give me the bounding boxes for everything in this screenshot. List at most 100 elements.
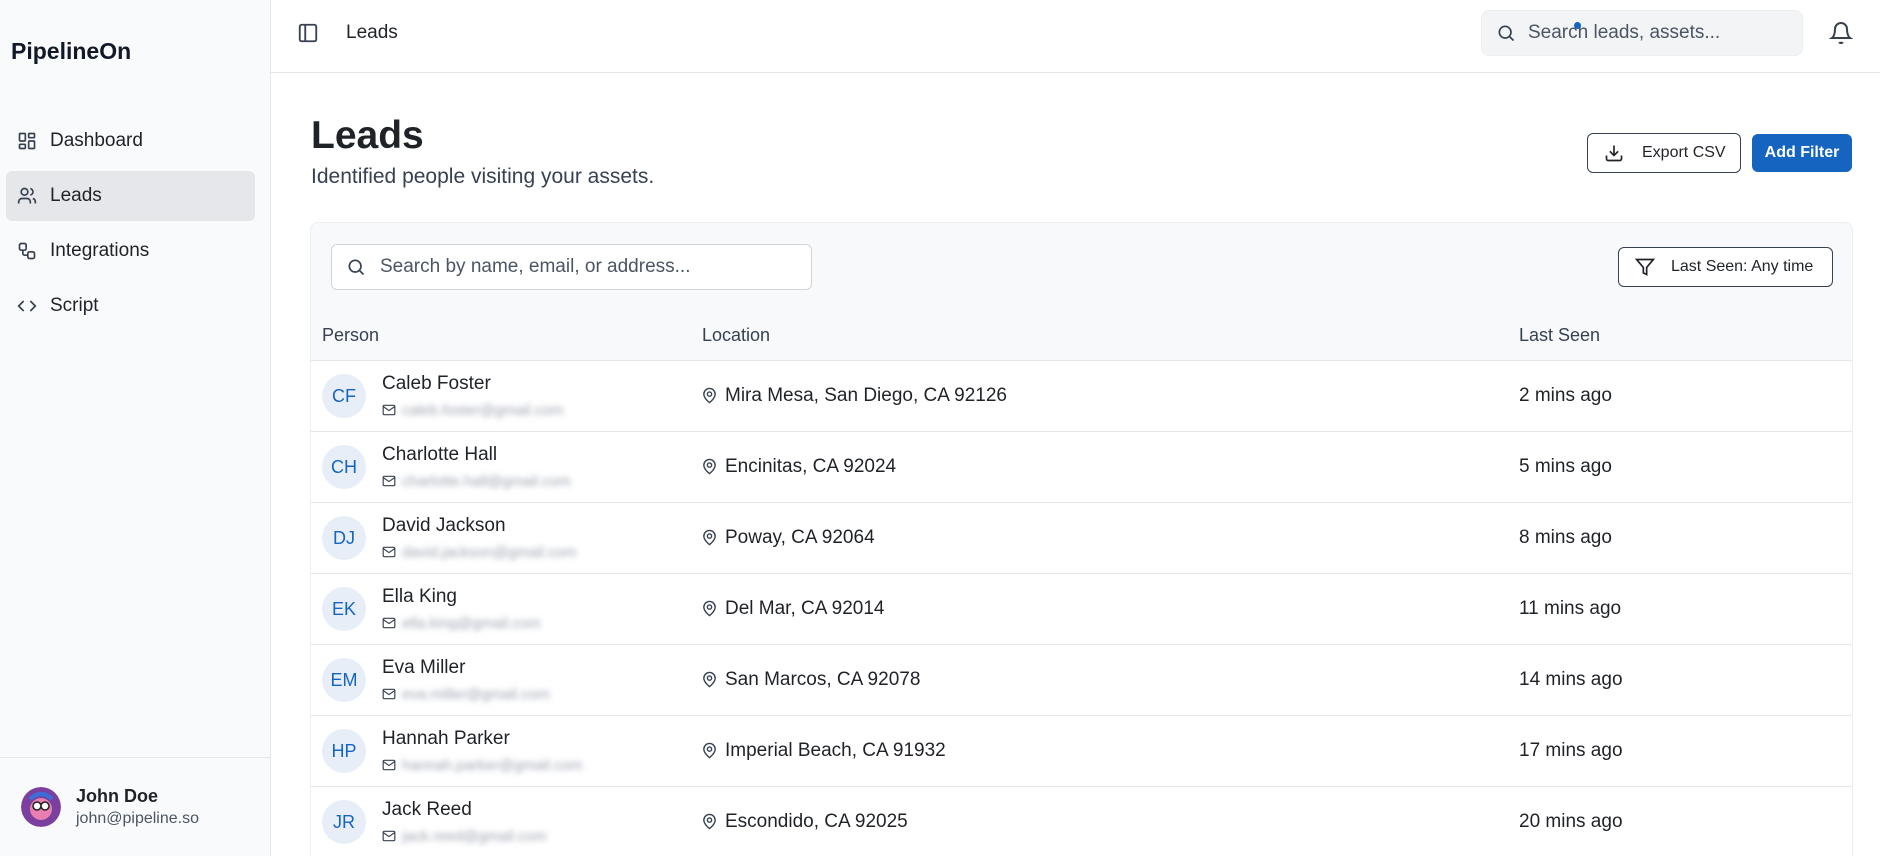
search-icon — [1496, 23, 1516, 43]
table-row[interactable]: CF Caleb Foster caleb.foster@gmail.com Mira… — [311, 361, 1852, 432]
person-name[interactable]: Eva Miller — [382, 657, 465, 679]
notification-dot — [1574, 22, 1581, 29]
table-row[interactable]: JR Jack Reed jack.reed@gmail.com Escondido,… — [311, 787, 1852, 856]
user-profile[interactable]: John Doe john@pipeline.so — [0, 757, 270, 856]
download-icon — [1604, 143, 1624, 163]
person-location: San Marcos, CA 92078 — [725, 669, 921, 690]
person-email-redacted: charlotte.hall@gmail.com — [402, 473, 571, 490]
person-location: Mira Mesa, San Diego, CA 92126 — [725, 385, 1007, 406]
person-location: Poway, CA 92064 — [725, 527, 875, 548]
person-initials-avatar: EM — [322, 658, 366, 702]
map-pin-icon — [701, 458, 718, 475]
sidebar-item-label: Integrations — [50, 240, 150, 261]
table-search[interactable] — [331, 244, 812, 290]
users-icon — [17, 186, 37, 206]
sidebar-item-script[interactable]: Script — [6, 281, 255, 331]
person-name[interactable]: Hannah Parker — [382, 728, 510, 750]
mail-icon — [382, 545, 396, 559]
person-name[interactable]: Ella King — [382, 586, 457, 608]
brand-logo-text[interactable]: PipelineOn — [11, 38, 131, 65]
person-initials-avatar: HP — [322, 729, 366, 773]
export-csv-button[interactable]: Export CSV — [1587, 133, 1741, 173]
sidebar-toggle-icon[interactable] — [297, 22, 319, 44]
sidebar-nav: Dashboard Leads Integrations Script — [6, 116, 255, 336]
person-location: Del Mar, CA 92014 — [725, 598, 885, 619]
table-row[interactable]: DJ David Jackson david.jackson@gmail.com Po… — [311, 503, 1852, 574]
person-last-seen: 20 mins ago — [1519, 811, 1623, 832]
person-last-seen: 17 mins ago — [1519, 740, 1623, 761]
sidebar-item-label: Dashboard — [50, 130, 143, 151]
person-email-redacted: david.jackson@gmail.com — [402, 544, 577, 561]
user-info: John Doe john@pipeline.so — [76, 786, 199, 828]
global-search[interactable] — [1481, 10, 1803, 56]
person-email-redacted: ella.king@gmail.com — [402, 615, 541, 632]
map-pin-icon — [701, 671, 718, 688]
person-email-redacted: eva.miller@gmail.com — [402, 686, 550, 703]
sidebar-item-label: Leads — [50, 185, 102, 206]
sidebar: PipelineOn Dashboard Leads Integrations … — [0, 0, 271, 856]
map-pin-icon — [701, 742, 718, 759]
dashboard-icon — [17, 131, 37, 151]
table-header: Person Location Last Seen — [311, 309, 1852, 361]
table-body: CF Caleb Foster caleb.foster@gmail.com Mira… — [311, 361, 1852, 856]
last-seen-filter-label: Last Seen: Any time — [1671, 258, 1814, 275]
person-last-seen: 14 mins ago — [1519, 669, 1623, 690]
person-email-redacted: jack.reed@gmail.com — [402, 828, 547, 845]
person-initials-avatar: DJ — [322, 516, 366, 560]
sidebar-item-dashboard[interactable]: Dashboard — [6, 116, 255, 166]
code-icon — [17, 296, 37, 316]
person-email-redacted: hannah.parker@gmail.com — [402, 757, 583, 774]
person-location: Imperial Beach, CA 91932 — [725, 740, 946, 761]
table-row[interactable]: HP Hannah Parker hannah.parker@gmail.com Im… — [311, 716, 1852, 787]
map-pin-icon — [701, 600, 718, 617]
sidebar-item-integrations[interactable]: Integrations — [6, 226, 255, 276]
add-filter-button[interactable]: Add Filter — [1752, 134, 1852, 172]
leads-table-card: Last Seen: Any time Person Location Last… — [310, 222, 1853, 856]
column-header-person[interactable]: Person — [322, 325, 379, 346]
mail-icon — [382, 758, 396, 772]
person-initials-avatar: CF — [322, 374, 366, 418]
page-subtitle: Identified people visiting your assets. — [311, 165, 655, 188]
person-name[interactable]: Charlotte Hall — [382, 444, 497, 466]
table-row[interactable]: CH Charlotte Hall charlotte.hall@gmail.com… — [311, 432, 1852, 503]
user-email: john@pipeline.so — [76, 810, 199, 827]
filter-icon — [1635, 257, 1655, 277]
search-icon — [346, 257, 366, 277]
avatar — [21, 787, 61, 827]
user-name: John Doe — [76, 786, 159, 806]
table-row[interactable]: EM Eva Miller eva.miller@gmail.com San Marc… — [311, 645, 1852, 716]
person-initials-avatar: CH — [322, 445, 366, 489]
last-seen-filter-button[interactable]: Last Seen: Any time — [1618, 247, 1833, 287]
sidebar-item-label: Script — [50, 295, 99, 316]
notification-bell-icon[interactable] — [1829, 21, 1853, 45]
column-header-location[interactable]: Location — [702, 325, 770, 346]
person-initials-avatar: JR — [322, 800, 366, 844]
person-initials-avatar: EK — [322, 587, 366, 631]
person-email-redacted: caleb.foster@gmail.com — [402, 402, 564, 419]
table-row[interactable]: EK Ella King ella.king@gmail.com Del Mar, C… — [311, 574, 1852, 645]
table-search-input[interactable] — [380, 256, 800, 278]
person-last-seen: 5 mins ago — [1519, 456, 1612, 477]
person-name[interactable]: David Jackson — [382, 515, 506, 537]
page-title: Leads — [311, 114, 424, 157]
topbar: Leads — [271, 0, 1880, 73]
person-last-seen: 2 mins ago — [1519, 385, 1612, 406]
column-header-last-seen[interactable]: Last Seen — [1519, 325, 1600, 346]
mail-icon — [382, 403, 396, 417]
map-pin-icon — [701, 387, 718, 404]
breadcrumb: Leads — [346, 22, 398, 43]
person-name[interactable]: Jack Reed — [382, 799, 472, 821]
sidebar-item-leads[interactable]: Leads — [6, 171, 255, 221]
integrations-icon — [17, 241, 37, 261]
mail-icon — [382, 829, 396, 843]
person-last-seen: 11 mins ago — [1519, 598, 1622, 619]
map-pin-icon — [701, 529, 718, 546]
person-location: Encinitas, CA 92024 — [725, 456, 897, 477]
global-search-input[interactable] — [1528, 22, 1788, 44]
export-csv-label: Export CSV — [1642, 144, 1726, 161]
person-name[interactable]: Caleb Foster — [382, 373, 491, 395]
mail-icon — [382, 474, 396, 488]
mail-icon — [382, 687, 396, 701]
mail-icon — [382, 616, 396, 630]
map-pin-icon — [701, 813, 718, 830]
